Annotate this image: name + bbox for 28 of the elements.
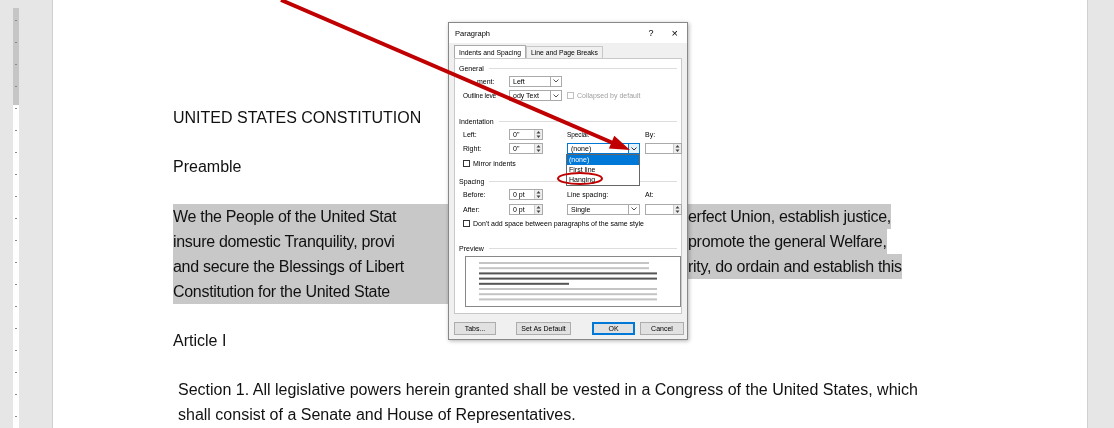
document-text: Article I bbox=[173, 331, 227, 349]
spin-arrows-icon bbox=[536, 144, 541, 154]
caret-icon bbox=[631, 207, 637, 212]
document-text: UNITED STATES CONSTITUTION bbox=[173, 109, 422, 126]
document-text: erfect Union, establish justice, bbox=[688, 207, 891, 228]
spin-arrows-icon bbox=[536, 190, 541, 200]
document-text: rity, do ordain and establish this bbox=[688, 257, 902, 278]
document-text: Preamble bbox=[173, 158, 242, 176]
help-button[interactable]: ? bbox=[640, 28, 662, 38]
spin-arrows-icon bbox=[536, 204, 541, 214]
caret-icon bbox=[553, 93, 559, 98]
document-text: Section 1. All legislative powers herein granted shall be vested in a Congress of the United States, which shall consist of a Senate and House of Representatives. bbox=[178, 381, 918, 423]
spin-arrows-icon bbox=[675, 204, 680, 214]
caret-icon bbox=[553, 79, 559, 84]
document-text: promote the general Welfare, bbox=[688, 232, 887, 253]
close-button[interactable]: × bbox=[661, 27, 687, 39]
spin-arrows-icon bbox=[536, 129, 541, 139]
checkbox[interactable] bbox=[463, 220, 470, 228]
at-spinner[interactable] bbox=[645, 203, 682, 215]
document-text: and secure the Blessings of Libert bbox=[173, 257, 405, 278]
spin-arrows-icon bbox=[675, 144, 680, 154]
caret-icon bbox=[631, 146, 637, 151]
highlight-ellipse bbox=[557, 172, 603, 185]
by-spinner[interactable] bbox=[645, 143, 682, 155]
document-text: Constitution for the United State bbox=[173, 282, 391, 303]
document-text: We the People of the United Stat bbox=[173, 207, 398, 228]
checkbox[interactable] bbox=[463, 159, 470, 167]
document-text: insure domestic Tranquility, provi bbox=[173, 232, 396, 253]
